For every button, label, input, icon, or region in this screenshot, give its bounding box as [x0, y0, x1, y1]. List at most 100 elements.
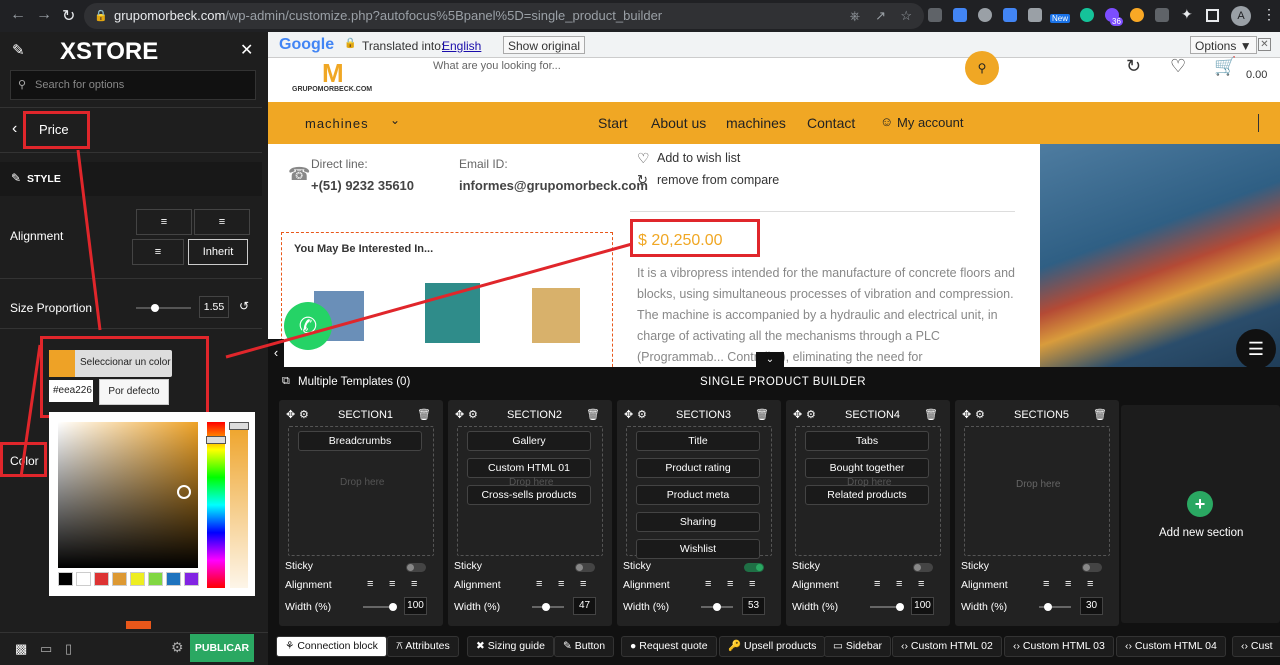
width-label: Width (%) [792, 601, 839, 613]
align-center-icon[interactable]: ≡ [896, 578, 902, 590]
builder-element-tab[interactable]: 🔑 Upsell products [719, 636, 826, 657]
align-left-icon[interactable]: ≡ [536, 578, 542, 590]
gear-icon[interactable]: ⚙ [637, 408, 647, 421]
trash-icon[interactable]: 🗑 [586, 408, 600, 421]
section-dropzone[interactable]: Tabs Bought together Related products Drop … [795, 426, 941, 556]
trash-icon[interactable]: 🗑 [417, 408, 431, 421]
builder-section[interactable]: ✥ ⚙ SECTION2 🗑 Gallery Custom HTML 01 Cross-se… [448, 400, 612, 626]
align-right-icon[interactable]: ≡ [1087, 578, 1093, 590]
builder-block[interactable]: Bought together [805, 458, 929, 478]
move-icon[interactable]: ✥ [455, 408, 464, 421]
trash-icon[interactable]: 🗑 [755, 408, 769, 421]
builder-element-tab[interactable]: ‹› Custom HTML 03 [1004, 636, 1114, 657]
multiple-templates-label[interactable]: Multiple Templates (0) [298, 376, 410, 388]
align-center-icon[interactable]: ≡ [389, 578, 395, 590]
width-slider[interactable] [532, 603, 564, 611]
sticky-label: Sticky [285, 560, 314, 572]
section-dropzone[interactable]: Breadcrumbs Drop here [288, 426, 434, 556]
align-center-icon[interactable]: ≡ [558, 578, 564, 590]
gear-icon[interactable]: ⚙ [806, 408, 816, 421]
sticky-toggle[interactable] [913, 563, 933, 572]
align-left-icon[interactable]: ≡ [1043, 578, 1049, 590]
sticky-toggle[interactable] [744, 563, 764, 572]
builder-element-tab[interactable]: ‹› Custom HTML 04 [1116, 636, 1226, 657]
sticky-toggle[interactable] [575, 563, 595, 572]
align-center-icon[interactable]: ≡ [1065, 578, 1071, 590]
width-input[interactable]: 30 [1080, 597, 1103, 615]
move-icon[interactable]: ✥ [962, 408, 971, 421]
align-center-icon[interactable]: ≡ [727, 578, 733, 590]
builder-block[interactable]: Sharing [636, 512, 760, 532]
trash-icon[interactable]: 🗑 [924, 408, 938, 421]
builder-element-tab[interactable]: ✎ Button [554, 636, 615, 657]
width-input[interactable]: 100 [911, 597, 934, 615]
section-dropzone[interactable]: Drop here [964, 426, 1110, 556]
alignment-label: Alignment [961, 579, 1008, 591]
sticky-toggle[interactable] [406, 563, 426, 572]
builder-block[interactable]: Custom HTML 01 [467, 458, 591, 478]
move-icon[interactable]: ✥ [624, 408, 633, 421]
width-slider[interactable] [870, 603, 904, 611]
align-left-icon[interactable]: ≡ [705, 578, 711, 590]
sticky-toggle[interactable] [1082, 563, 1102, 572]
section-dropzone[interactable]: Title Product rating Product meta Sharing Wi… [626, 426, 772, 559]
builder-element-tab[interactable]: ✖ Sizing guide [467, 636, 554, 657]
builder-section[interactable]: ✥ ⚙ SECTION5 🗑 Drop here Sticky Alignment ≡ ≡ ≡ Wi… [955, 400, 1119, 626]
tab-icon: ‹› [1125, 640, 1132, 652]
section-title: SECTION4 [845, 409, 901, 421]
align-right-icon[interactable]: ≡ [411, 578, 417, 590]
builder-element-tab[interactable]: ⚻ Attributes [387, 636, 459, 657]
tab-label: Sizing guide [487, 640, 545, 652]
move-icon[interactable]: ✥ [793, 408, 802, 421]
align-right-icon[interactable]: ≡ [918, 578, 924, 590]
add-section-button[interactable]: + Add new section [1121, 405, 1280, 623]
gear-icon[interactable]: ⚙ [299, 408, 309, 421]
tab-icon: ⚻ [396, 640, 403, 652]
tab-label: Cust [1250, 640, 1273, 652]
builder-block[interactable]: Breadcrumbs [298, 431, 422, 451]
templates-icon: ⧉ [282, 375, 290, 387]
tab-icon: ⚘ [285, 640, 295, 652]
builder-element-tab[interactable]: ● Request quote [621, 636, 717, 657]
trash-icon[interactable]: 🗑 [1093, 408, 1107, 421]
builder-section[interactable]: ✥ ⚙ SECTION4 🗑 Tabs Bought together Related pr… [786, 400, 950, 626]
tab-label: Connection block [297, 640, 378, 652]
builder-section[interactable]: ✥ ⚙ SECTION3 🗑 Title Product rating Product me… [617, 400, 781, 626]
builder-element-tab[interactable]: ‹› Cust [1232, 636, 1280, 657]
width-input[interactable]: 100 [404, 597, 427, 615]
align-left-icon[interactable]: ≡ [874, 578, 880, 590]
builder-block[interactable]: Title [636, 431, 760, 451]
align-right-icon[interactable]: ≡ [580, 578, 586, 590]
width-label: Width (%) [961, 601, 1008, 613]
builder-block[interactable]: Product meta [636, 485, 760, 505]
section-dropzone[interactable]: Gallery Custom HTML 01 Cross-sells product… [457, 426, 603, 556]
width-input[interactable]: 47 [573, 597, 596, 615]
width-label: Width (%) [454, 601, 501, 613]
move-icon[interactable]: ✥ [286, 408, 295, 421]
builder-block[interactable]: Cross-sells products [467, 485, 591, 505]
builder-element-tab[interactable]: ⚘ Connection block [276, 636, 387, 657]
gear-icon[interactable]: ⚙ [468, 408, 478, 421]
tab-label: Upsell products [744, 640, 817, 652]
builder-title: SINGLE PRODUCT BUILDER [700, 376, 867, 388]
single-product-builder: ⧉ Multiple Templates (0) SINGLE PRODUCT … [268, 367, 1280, 665]
width-slider[interactable] [363, 603, 397, 611]
builder-block[interactable]: Product rating [636, 458, 760, 478]
builder-block[interactable]: Related products [805, 485, 929, 505]
builder-element-tab[interactable]: ▭ Sidebar [824, 636, 892, 657]
drop-here-label: Drop here [340, 477, 385, 488]
width-label: Width (%) [285, 601, 332, 613]
align-right-icon[interactable]: ≡ [749, 578, 755, 590]
width-slider[interactable] [701, 603, 733, 611]
builder-element-tab[interactable]: ‹› Custom HTML 02 [892, 636, 1002, 657]
builder-block[interactable]: Wishlist [636, 539, 760, 559]
builder-block[interactable]: Gallery [467, 431, 591, 451]
width-input[interactable]: 53 [742, 597, 765, 615]
builder-block[interactable]: Tabs [805, 431, 929, 451]
tab-label: Request quote [639, 640, 708, 652]
align-left-icon[interactable]: ≡ [367, 578, 373, 590]
width-slider[interactable] [1039, 603, 1071, 611]
section-title: SECTION1 [338, 409, 394, 421]
builder-section[interactable]: ✥ ⚙ SECTION1 🗑 Breadcrumbs Drop here Sticky Ali… [279, 400, 443, 626]
gear-icon[interactable]: ⚙ [975, 408, 985, 421]
